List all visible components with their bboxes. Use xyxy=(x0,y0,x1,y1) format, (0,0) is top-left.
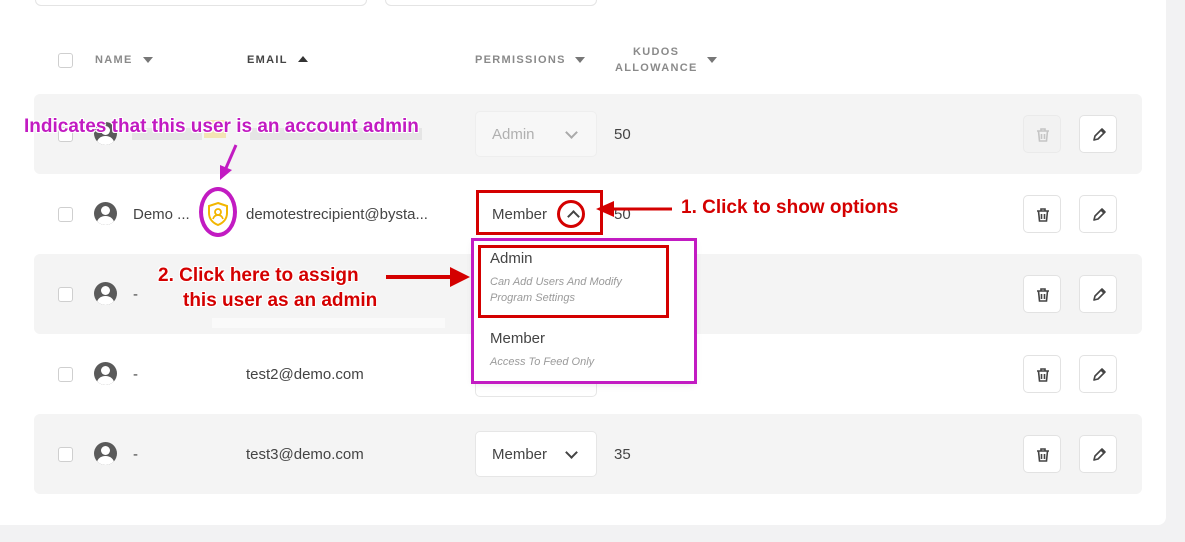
permissions-sort-icon[interactable] xyxy=(575,57,585,63)
edit-button[interactable] xyxy=(1079,435,1117,473)
permissions-column-header[interactable]: PERMISSIONS xyxy=(475,54,566,66)
row-name: Demo ... xyxy=(133,206,190,223)
kudos-value: 35 xyxy=(614,446,631,463)
row-checkbox[interactable] xyxy=(58,207,73,222)
pencil-icon xyxy=(1093,288,1106,301)
select-all-checkbox[interactable] xyxy=(58,53,73,68)
row-email: test2@demo.com xyxy=(246,366,364,383)
delete-button[interactable] xyxy=(1023,355,1061,393)
row-checkbox[interactable] xyxy=(58,367,73,382)
annotation-step2-line1: 2. Click here to assign xyxy=(158,265,359,286)
email-sort-icon[interactable] xyxy=(298,56,308,62)
permission-select[interactable]: Member xyxy=(475,431,597,477)
trash-icon xyxy=(1037,368,1049,382)
row-name: - xyxy=(133,446,138,463)
pencil-icon xyxy=(1093,368,1106,381)
trash-icon xyxy=(1037,208,1049,222)
edit-button[interactable] xyxy=(1079,195,1117,233)
user-avatar-icon xyxy=(94,282,117,305)
row-name: - xyxy=(133,286,138,303)
row-email: test3@demo.com xyxy=(246,446,364,463)
annotation-admin-indicator: Indicates that this user is an account a… xyxy=(24,116,419,137)
annotation-admin-option-highlight xyxy=(478,245,669,318)
permission-value: Admin xyxy=(492,126,535,143)
pencil-icon xyxy=(1093,208,1106,221)
permission-select[interactable]: Admin xyxy=(475,111,597,157)
redacted-email xyxy=(212,318,445,328)
kudos-sort-icon[interactable] xyxy=(707,57,717,63)
edit-button[interactable] xyxy=(1079,115,1117,153)
pencil-icon xyxy=(1093,448,1106,461)
kudos-header-line1[interactable]: KUDOS xyxy=(633,46,679,58)
kudos-header-line2[interactable]: ALLOWANCE xyxy=(615,62,698,74)
delete-button[interactable] xyxy=(1023,195,1061,233)
row-email: demotestrecipient@bysta... xyxy=(246,206,428,223)
trash-icon xyxy=(1037,128,1049,142)
edit-button[interactable] xyxy=(1079,355,1117,393)
filter-select-stub[interactable] xyxy=(385,0,597,6)
delete-button[interactable] xyxy=(1023,115,1061,153)
annotation-step1: 1. Click to show options xyxy=(681,197,899,218)
name-column-header[interactable]: NAME xyxy=(95,54,133,66)
delete-button[interactable] xyxy=(1023,275,1061,313)
user-avatar-icon xyxy=(94,202,117,225)
email-column-header[interactable]: EMAIL xyxy=(247,54,288,66)
filter-input-stub[interactable] xyxy=(35,0,367,6)
delete-button[interactable] xyxy=(1023,435,1061,473)
chevron-down-icon xyxy=(565,126,578,139)
permission-value: Member xyxy=(492,446,548,463)
chevron-down-icon xyxy=(565,446,578,459)
kudos-value: 50 xyxy=(614,206,631,223)
edit-button[interactable] xyxy=(1079,275,1117,313)
name-sort-icon[interactable] xyxy=(143,57,153,63)
user-avatar-icon xyxy=(94,362,117,385)
trash-icon xyxy=(1037,288,1049,302)
kudos-value: 50 xyxy=(614,126,631,143)
row-name: - xyxy=(133,366,138,383)
user-avatar-icon xyxy=(94,442,117,465)
pencil-icon xyxy=(1093,128,1106,141)
annotation-admin-badge-circle xyxy=(199,187,237,237)
row-checkbox[interactable] xyxy=(58,287,73,302)
annotation-chevron-circle xyxy=(557,200,585,228)
annotation-step2-line2: this user as an admin xyxy=(183,290,378,311)
trash-icon xyxy=(1037,448,1049,462)
row-checkbox[interactable] xyxy=(58,447,73,462)
